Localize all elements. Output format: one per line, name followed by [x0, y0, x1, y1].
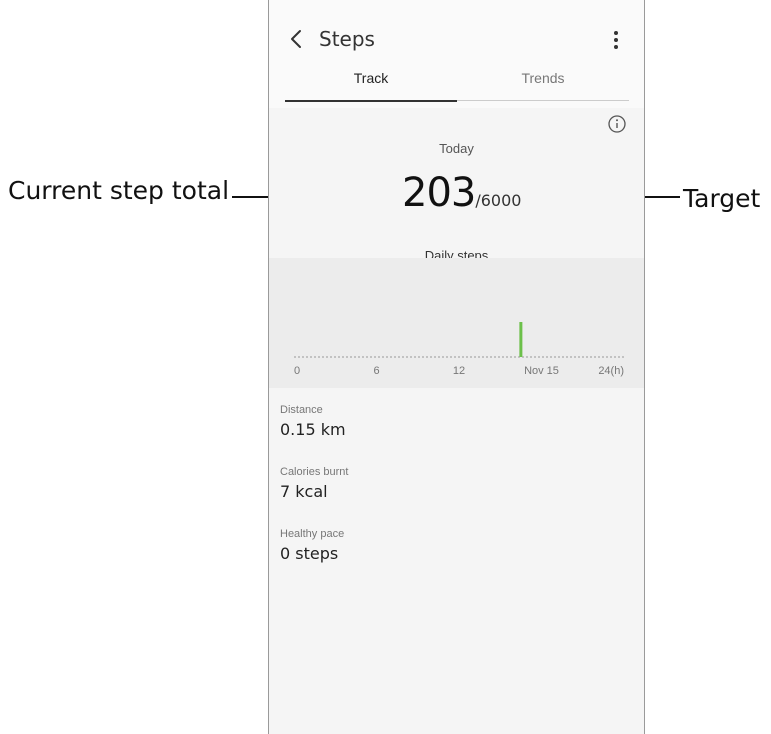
- x-tick-label: Nov 15: [524, 365, 559, 377]
- chart-canvas: 0 6 12 Nov 15 24(h): [294, 322, 624, 377]
- current-step-total: 203: [402, 170, 476, 216]
- stat-label: Calories burnt: [280, 466, 349, 478]
- stat-label: Distance: [280, 404, 323, 416]
- x-tick-label: 24(h): [598, 365, 624, 377]
- tab-bar: Track Trends: [285, 70, 629, 104]
- step-summary: 203/6000: [402, 170, 521, 216]
- chevron-left-icon[interactable]: [287, 28, 307, 50]
- page-title: Steps: [319, 27, 375, 51]
- app-header: Steps Track Trends: [269, 0, 644, 108]
- hourly-steps-chart: 0 6 12 Nov 15 24(h): [269, 258, 644, 388]
- callout-current-step-total: Current step total: [8, 176, 230, 205]
- tab-trends[interactable]: Trends: [457, 70, 629, 86]
- stat-label: Healthy pace: [280, 528, 345, 540]
- tab-divider: [457, 100, 629, 101]
- info-icon[interactable]: [607, 114, 627, 134]
- today-label: Today: [439, 141, 474, 156]
- stat-distance: Distance 0.15 km: [280, 404, 346, 439]
- more-vertical-icon[interactable]: [608, 28, 624, 52]
- x-tick-label: 12: [453, 365, 465, 377]
- x-tick-label: 0: [294, 365, 300, 377]
- stat-healthy-pace: Healthy pace 0 steps: [280, 528, 344, 563]
- callout-target: Target: [683, 184, 761, 213]
- chart-bar: [519, 322, 523, 357]
- phone-screen: Steps Track Trends Today 203/6000 Daily …: [268, 0, 645, 734]
- stat-value: 0 steps: [280, 544, 339, 563]
- stat-value: 7 kcal: [280, 482, 328, 501]
- step-target: /6000: [475, 191, 522, 210]
- tab-selected-indicator: [285, 100, 457, 102]
- stat-value: 0.15 km: [280, 420, 346, 439]
- stat-calories: Calories burnt 7 kcal: [280, 466, 348, 501]
- tab-track[interactable]: Track: [285, 70, 457, 86]
- x-tick-label: 6: [373, 365, 379, 377]
